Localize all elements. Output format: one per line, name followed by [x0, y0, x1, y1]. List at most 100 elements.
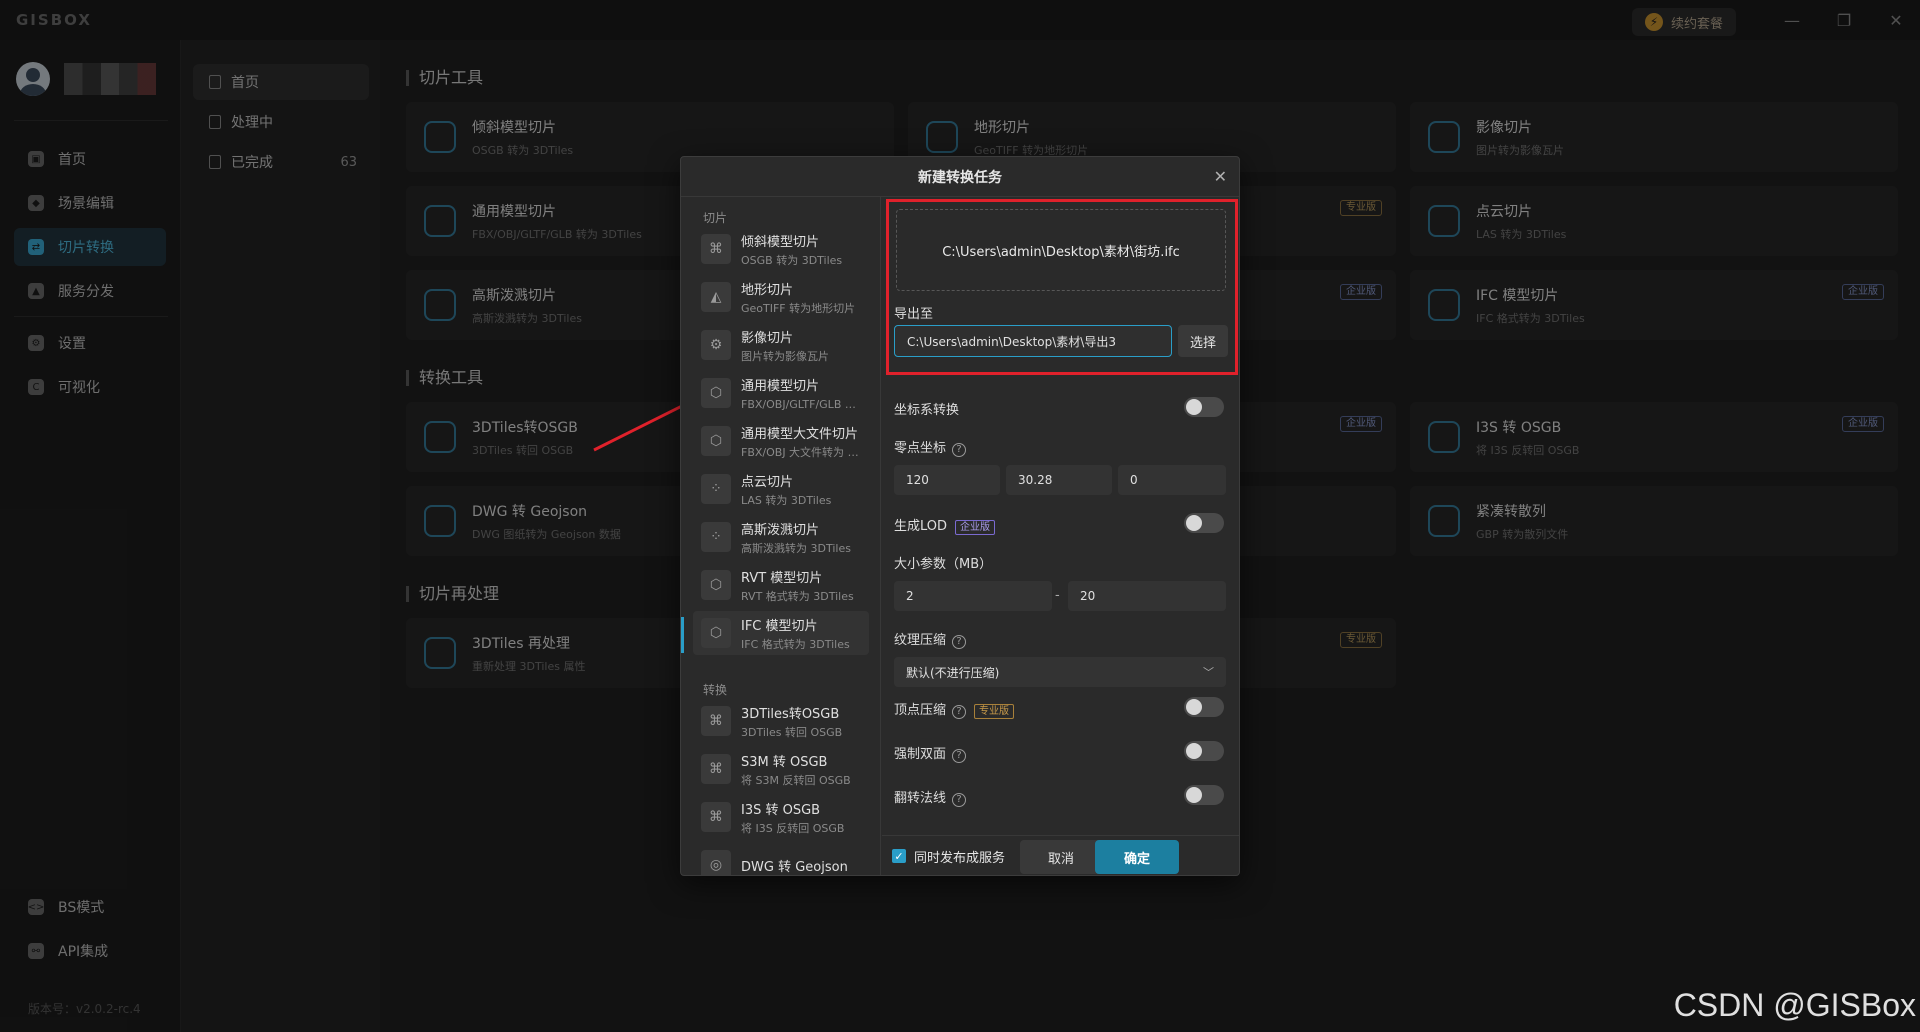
task-sub: 图片转为影像瓦片: [741, 349, 829, 363]
task-title: 高斯泼溅切片: [741, 522, 820, 538]
task-type-list: 切片 ⌘ 倾斜模型切片 OSGB 转为 3DTiles ◭ 地形切片 GeoTIFF 转…: [681, 197, 881, 875]
origin-z-value: 0: [1130, 473, 1138, 487]
input-file-path: C:\Users\admin\Desktop\素材\街坊.ifc: [942, 244, 1180, 260]
app-window: GISBOX ⚡ 续约套餐 — ❐ ✕ ▣ 首页 ◆ 场景编辑 ⇄ 切片转换 ▲…: [0, 0, 1920, 1032]
gaussian-icon: ⁘: [701, 522, 731, 552]
task-title: 地形切片: [741, 282, 794, 298]
lod-label: 生成LOD: [894, 519, 948, 534]
task-title: I3S 转 OSGB: [741, 802, 821, 818]
vertex-toggle[interactable]: [1184, 697, 1224, 717]
task-title: 点云切片: [741, 474, 794, 490]
help-icon[interactable]: ?: [952, 443, 967, 457]
model-icon: ⬡: [701, 426, 731, 456]
group-label-tiling: 切片: [703, 211, 728, 225]
task-item[interactable]: ⚙ 影像切片图片转为影像瓦片: [693, 323, 869, 367]
tile-icon: ⌘: [701, 234, 731, 264]
lod-toggle[interactable]: [1184, 513, 1224, 533]
origin-x-input[interactable]: 120: [894, 465, 1000, 495]
imagery-icon: ⚙: [701, 330, 731, 360]
double-side-label: 强制双面: [894, 747, 947, 762]
texture-label: 纹理压缩: [894, 633, 947, 648]
terrain-icon: ◭: [701, 282, 731, 312]
export-path-value: C:\Users\admin\Desktop\素材\导出3: [907, 334, 1116, 349]
task-form: C:\Users\admin\Desktop\素材\街坊.ifc 导出至 C:\…: [882, 197, 1239, 835]
confirm-button[interactable]: 确定: [1095, 840, 1179, 874]
tile-icon: ⌘: [701, 802, 731, 832]
size-max-input[interactable]: 20: [1068, 581, 1226, 611]
task-sub: 将 I3S 反转回 OSGB: [741, 821, 845, 835]
task-sub: GeoTIFF 转为地形切片: [741, 301, 856, 315]
task-title: 通用模型大文件切片: [741, 426, 859, 442]
task-sub: 3DTiles 转回 OSGB: [741, 725, 843, 739]
task-title: 影像切片: [741, 330, 794, 346]
task-item[interactable]: ⁘ 高斯泼溅切片高斯泼溅转为 3DTiles: [693, 515, 869, 559]
help-icon[interactable]: ?: [952, 705, 967, 719]
size-label: 大小参数（MB）: [894, 557, 993, 572]
close-icon[interactable]: ✕: [1214, 167, 1227, 186]
task-sub: OSGB 转为 3DTiles: [741, 253, 843, 267]
help-icon[interactable]: ?: [952, 749, 967, 763]
dialog-title: 新建转换任务: [918, 169, 1002, 186]
task-item[interactable]: ◎ DWG 转 Geojson: [693, 843, 869, 875]
task-item[interactable]: ⬡ 通用模型大文件切片 FBX/OBJ 大文件转为 3DTiles: [693, 419, 869, 463]
task-sub: LAS 转为 3DTiles: [741, 493, 832, 507]
pro-badge: 专业版: [974, 704, 1015, 719]
help-icon[interactable]: ?: [952, 793, 967, 807]
double-side-label-row: 强制双面?: [894, 743, 967, 763]
texture-value: 默认(不进行压缩): [906, 665, 1000, 680]
task-title: 3DTiles转OSGB: [741, 706, 840, 722]
tile-icon: ⌘: [701, 754, 731, 784]
task-title: IFC 模型切片: [741, 618, 818, 634]
dwg-icon: ◎: [701, 850, 731, 875]
task-item[interactable]: ⌘ 倾斜模型切片 OSGB 转为 3DTiles: [693, 227, 869, 271]
vertex-label: 顶点压缩: [894, 703, 947, 718]
task-item-selected[interactable]: ⬡ IFC 模型切片 IFC 格式转为 3DTiles: [693, 611, 869, 655]
watermark: CSDN @GISBox: [1673, 987, 1916, 1023]
task-sub: FBX/OBJ 大文件转为 3DTiles: [741, 445, 861, 459]
task-sub: IFC 格式转为 3DTiles: [741, 637, 850, 651]
task-item[interactable]: ⬡ 通用模型切片 FBX/OBJ/GLTF/GLB 转为 3DTiles: [693, 371, 869, 415]
task-title: S3M 转 OSGB: [741, 754, 828, 770]
flip-normal-toggle[interactable]: [1184, 785, 1224, 805]
size-min-input[interactable]: 2: [894, 581, 1052, 611]
range-dash: -: [1055, 588, 1060, 603]
task-sub: RVT 格式转为 3DTiles: [741, 589, 854, 603]
export-path-input[interactable]: C:\Users\admin\Desktop\素材\导出3: [894, 325, 1172, 357]
task-sub: 将 S3M 反转回 OSGB: [741, 773, 851, 787]
vertex-label-row: 顶点压缩? 专业版: [894, 699, 1015, 719]
size-min-value: 2: [906, 589, 914, 603]
coord-transform-label: 坐标系转换: [894, 403, 960, 418]
point-cloud-icon: ⁘: [701, 474, 731, 504]
dialog-footer: ✓ 同时发布成服务 取消 确定: [882, 835, 1239, 875]
texture-label-row: 纹理压缩?: [894, 629, 967, 649]
coord-transform-toggle[interactable]: [1184, 397, 1224, 417]
task-title: DWG 转 Geojson: [741, 859, 848, 875]
task-title: 通用模型切片: [741, 378, 820, 394]
task-sub: 高斯泼溅转为 3DTiles: [741, 541, 851, 555]
task-sub: FBX/OBJ/GLTF/GLB 转为 3DTiles: [741, 397, 861, 411]
lod-label-row: 生成LOD 企业版: [894, 515, 996, 535]
origin-z-input[interactable]: 0: [1118, 465, 1226, 495]
publish-checkbox[interactable]: ✓: [892, 849, 906, 863]
task-item[interactable]: ◭ 地形切片 GeoTIFF 转为地形切片: [693, 275, 869, 319]
export-label: 导出至: [894, 307, 934, 322]
double-side-toggle[interactable]: [1184, 741, 1224, 761]
chevron-down-icon: ﹀: [1203, 666, 1214, 679]
flip-normal-label-row: 翻转法线?: [894, 787, 967, 807]
origin-y-input[interactable]: 30.28: [1006, 465, 1112, 495]
origin-label-row: 零点坐标?: [894, 437, 967, 457]
help-icon[interactable]: ?: [952, 635, 967, 649]
cancel-button[interactable]: 取消: [1020, 840, 1102, 874]
group-label-convert: 转换: [703, 683, 728, 697]
task-item[interactable]: ⁘ 点云切片 LAS 转为 3DTiles: [693, 467, 869, 511]
choose-button[interactable]: 选择: [1178, 325, 1228, 357]
texture-select[interactable]: 默认(不进行压缩) ﹀: [894, 657, 1226, 687]
origin-y-value: 30.28: [1018, 473, 1053, 487]
publish-label: 同时发布成服务: [914, 851, 1006, 866]
task-item[interactable]: ⌘ S3M 转 OSGB 将 S3M 反转回 OSGB: [693, 747, 869, 791]
tile-icon: ⌘: [701, 706, 731, 736]
file-drop-zone[interactable]: C:\Users\admin\Desktop\素材\街坊.ifc: [896, 209, 1226, 291]
task-item[interactable]: ⌘ 3DTiles转OSGB 3DTiles 转回 OSGB: [693, 699, 869, 743]
task-item[interactable]: ⌘ I3S 转 OSGB 将 I3S 反转回 OSGB: [693, 795, 869, 839]
task-item[interactable]: ⬡ RVT 模型切片 RVT 格式转为 3DTiles: [693, 563, 869, 607]
